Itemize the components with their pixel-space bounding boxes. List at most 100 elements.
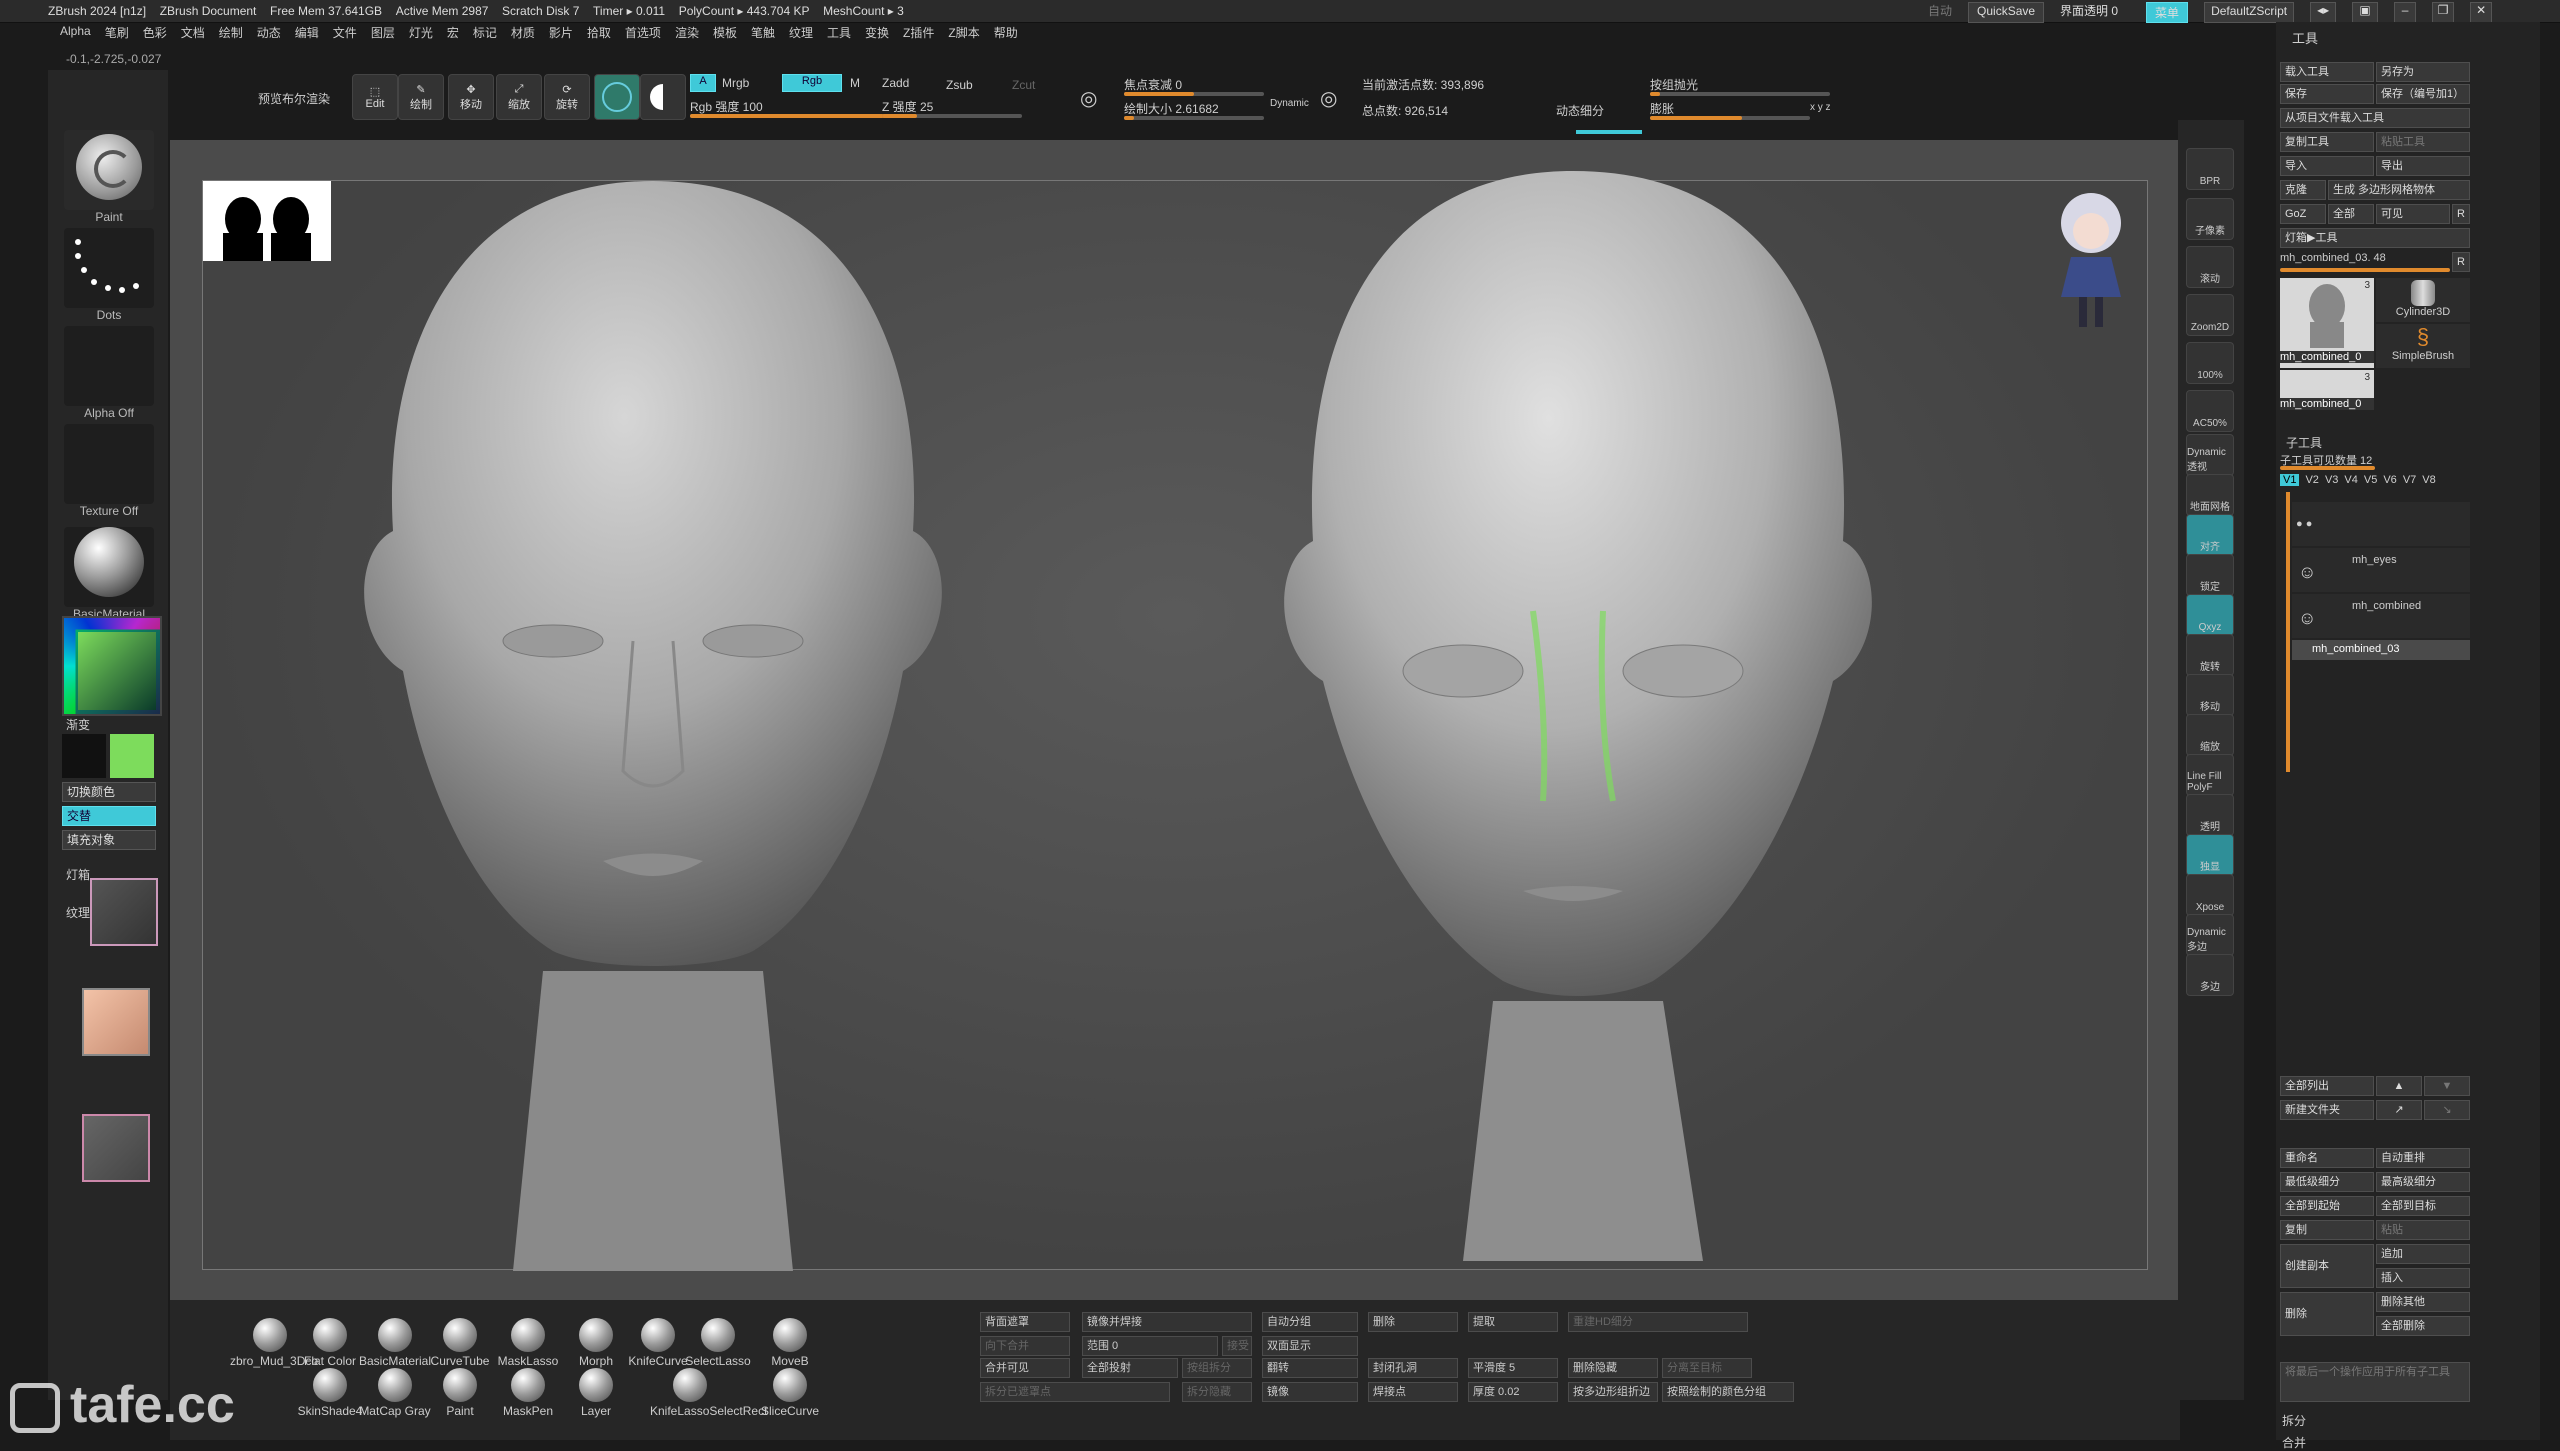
geometry-button-by-poly-group[interactable]: 按多边形组折边 (1568, 1382, 1658, 1402)
geometry-button-by-paint-group[interactable]: 按照绘制的颜色分组 (1662, 1382, 1794, 1402)
geometry-button-mirror[interactable]: 镜像 (1262, 1382, 1358, 1402)
right-shelf-button[interactable]: 子像素 (2186, 198, 2234, 240)
preview-boolean-label[interactable]: 预览布尔渲染 (258, 90, 330, 107)
copy-tool-button[interactable]: 复制工具 (2280, 132, 2374, 152)
right-shelf-button[interactable]: 旋转 (2186, 634, 2234, 676)
menu-item[interactable]: 宏 (447, 24, 459, 46)
primary-color-swatch[interactable] (110, 734, 154, 778)
new-folder-button[interactable]: 新建文件夹 (2280, 1100, 2374, 1120)
delete-others-button[interactable]: 删除其他 (2376, 1292, 2470, 1312)
dynamic-toggle[interactable]: Dynamic (1270, 98, 1309, 109)
goz-button[interactable]: GoZ (2280, 204, 2326, 224)
version-tab[interactable]: V7 (2403, 474, 2416, 486)
brush-slot[interactable]: Paint (64, 130, 154, 224)
lazy-icon[interactable]: ◎ (1080, 86, 1097, 111)
z-intensity-slider[interactable]: Z 强度 25 (882, 98, 1022, 118)
paste-tool-button[interactable]: 粘贴工具 (2376, 132, 2470, 152)
geometry-button-down-merge[interactable]: 向下合并 (980, 1336, 1070, 1356)
head-model-right[interactable] (1203, 161, 1923, 1261)
xyz-toggle[interactable]: x y z (1810, 102, 1831, 113)
menu-item[interactable]: 工具 (827, 24, 851, 46)
fill-object-button[interactable]: 填充对象 (62, 830, 156, 850)
move-down-icon[interactable]: ▼ (2424, 1076, 2470, 1096)
version-tab[interactable]: V2 (2305, 474, 2318, 486)
head-model-left[interactable] (293, 171, 1013, 1271)
texture-swatch-2[interactable] (82, 988, 150, 1056)
version-tab[interactable]: V4 (2344, 474, 2357, 486)
move-up-icon[interactable]: ▲ (2376, 1076, 2422, 1096)
geometry-button-extract[interactable]: 提取 (1468, 1312, 1558, 1332)
right-shelf-button[interactable]: Qxyz (2186, 594, 2234, 636)
right-shelf-button[interactable]: 锁定 (2186, 554, 2234, 596)
right-shelf-button[interactable]: 移动 (2186, 674, 2234, 716)
menu-item[interactable]: 编辑 (295, 24, 319, 46)
geometry-button-mirror-weld[interactable]: 镜像并焊接 (1082, 1312, 1252, 1332)
scale-button[interactable]: ⤢ 缩放 (496, 74, 542, 120)
menu-item[interactable]: 拾取 (587, 24, 611, 46)
r-button[interactable]: R (2452, 204, 2470, 224)
brush-item[interactable]: Layer (556, 1368, 636, 1418)
geometry-button-accept[interactable]: 接受 (1222, 1336, 1252, 1356)
geometry-button-hd-subdiv[interactable]: 重建HD细分 (1568, 1312, 1748, 1332)
sphere-brush-icon[interactable] (594, 74, 640, 120)
draw-size-slider[interactable]: 绘制大小 2.61682 (1124, 100, 1264, 120)
subtool-row-1[interactable]: ● ● (2292, 502, 2470, 546)
menu-item[interactable]: Z插件 (903, 24, 934, 46)
brush-item[interactable]: KnifeLassoSelectRect (650, 1368, 767, 1418)
create-copy-button[interactable]: 创建副本 (2280, 1244, 2374, 1288)
visible-button[interactable]: 可见 (2376, 204, 2450, 224)
window-icon[interactable]: ▣ (2352, 2, 2379, 23)
script-button[interactable]: DefaultZScript (2204, 2, 2295, 23)
version-tab[interactable]: V1 (2280, 474, 2300, 486)
rename-button[interactable]: 重命名 (2280, 1148, 2374, 1168)
geometry-button-smooth[interactable]: 平滑度 5 (1468, 1358, 1558, 1378)
subtool-row-2[interactable]: ☺ mh_eyes (2292, 548, 2470, 592)
load-tool-button[interactable]: 载入工具 (2280, 62, 2374, 82)
subtool-scroll-indicator[interactable] (2286, 492, 2290, 772)
tool-thumb-1[interactable]: mh_combined_0 3 (2280, 278, 2374, 368)
clone-button[interactable]: 克隆 (2280, 180, 2326, 200)
color-picker[interactable] (62, 616, 162, 716)
texture-swatch-1[interactable] (90, 878, 158, 946)
geometry-button-backface[interactable]: 背面遮罩 (980, 1312, 1070, 1332)
layout-icon[interactable]: ◂▸ (2310, 2, 2337, 23)
geometry-button-auto-group[interactable]: 自动分组 (1262, 1312, 1358, 1332)
right-shelf-button[interactable]: 多边 (2186, 954, 2234, 996)
zadd-toggle[interactable]: Zadd (882, 76, 909, 90)
version-tab[interactable]: V8 (2422, 474, 2435, 486)
menu-item[interactable]: 影片 (549, 24, 573, 46)
geometry-button-split-by-group[interactable]: 按组拆分 (1182, 1358, 1252, 1378)
menu-item[interactable]: 首选项 (625, 24, 661, 46)
transparency-slider[interactable]: 界面透明 0 (2060, 2, 2130, 23)
m-toggle[interactable]: M (850, 76, 860, 90)
menu-item[interactable]: 动态 (257, 24, 281, 46)
geometry-button-delete-hidden[interactable]: 删除隐藏 (1568, 1358, 1658, 1378)
tool-thumb-cylinder[interactable]: Cylinder3D (2376, 278, 2470, 322)
right-shelf-button[interactable]: Line Fill PolyF (2186, 754, 2234, 796)
geometry-button-project-all[interactable]: 全部投射 (1082, 1358, 1178, 1378)
load-from-project-button[interactable]: 从项目文件载入工具 (2280, 108, 2470, 128)
menu-item[interactable]: 笔触 (751, 24, 775, 46)
merge-section[interactable]: 合并 (2282, 1434, 2306, 1451)
save-button[interactable]: 保存 (2280, 84, 2374, 104)
version-tab[interactable]: V6 (2383, 474, 2396, 486)
right-shelf-button[interactable]: Zoom2D (2186, 294, 2234, 336)
append-button[interactable]: 追加 (2376, 1244, 2470, 1264)
right-shelf-button[interactable]: 地面网格 (2186, 474, 2234, 516)
a-toggle[interactable]: A (690, 74, 716, 92)
secondary-color-swatch[interactable] (62, 734, 106, 778)
lightbox-tool-button[interactable]: 灯箱▶工具 (2280, 228, 2470, 248)
menu-item[interactable]: 绘制 (219, 24, 243, 46)
highest-subdiv-button[interactable]: 最高级细分 (2376, 1172, 2470, 1192)
menu-item[interactable]: 帮助 (994, 24, 1018, 46)
geometry-button-range[interactable]: 范围 0 (1082, 1336, 1218, 1356)
split-section[interactable]: 拆分 (2282, 1412, 2306, 1429)
tool-thumb-simplebrush[interactable]: § SimpleBrush (2376, 324, 2470, 368)
export-button[interactable]: 导出 (2376, 156, 2470, 176)
mrgb-toggle[interactable]: Mrgb (722, 76, 749, 90)
geometry-button-delete[interactable]: 删除 (1368, 1312, 1458, 1332)
lowest-subdiv-button[interactable]: 最低级细分 (2280, 1172, 2374, 1192)
apply-to-all-subtools-button[interactable]: 将最后一个操作应用于所有子工具 (2280, 1362, 2470, 1402)
subtool-visible-count-slider[interactable]: 子工具可见数量 12 (2280, 452, 2470, 470)
menu-item[interactable]: 材质 (511, 24, 535, 46)
